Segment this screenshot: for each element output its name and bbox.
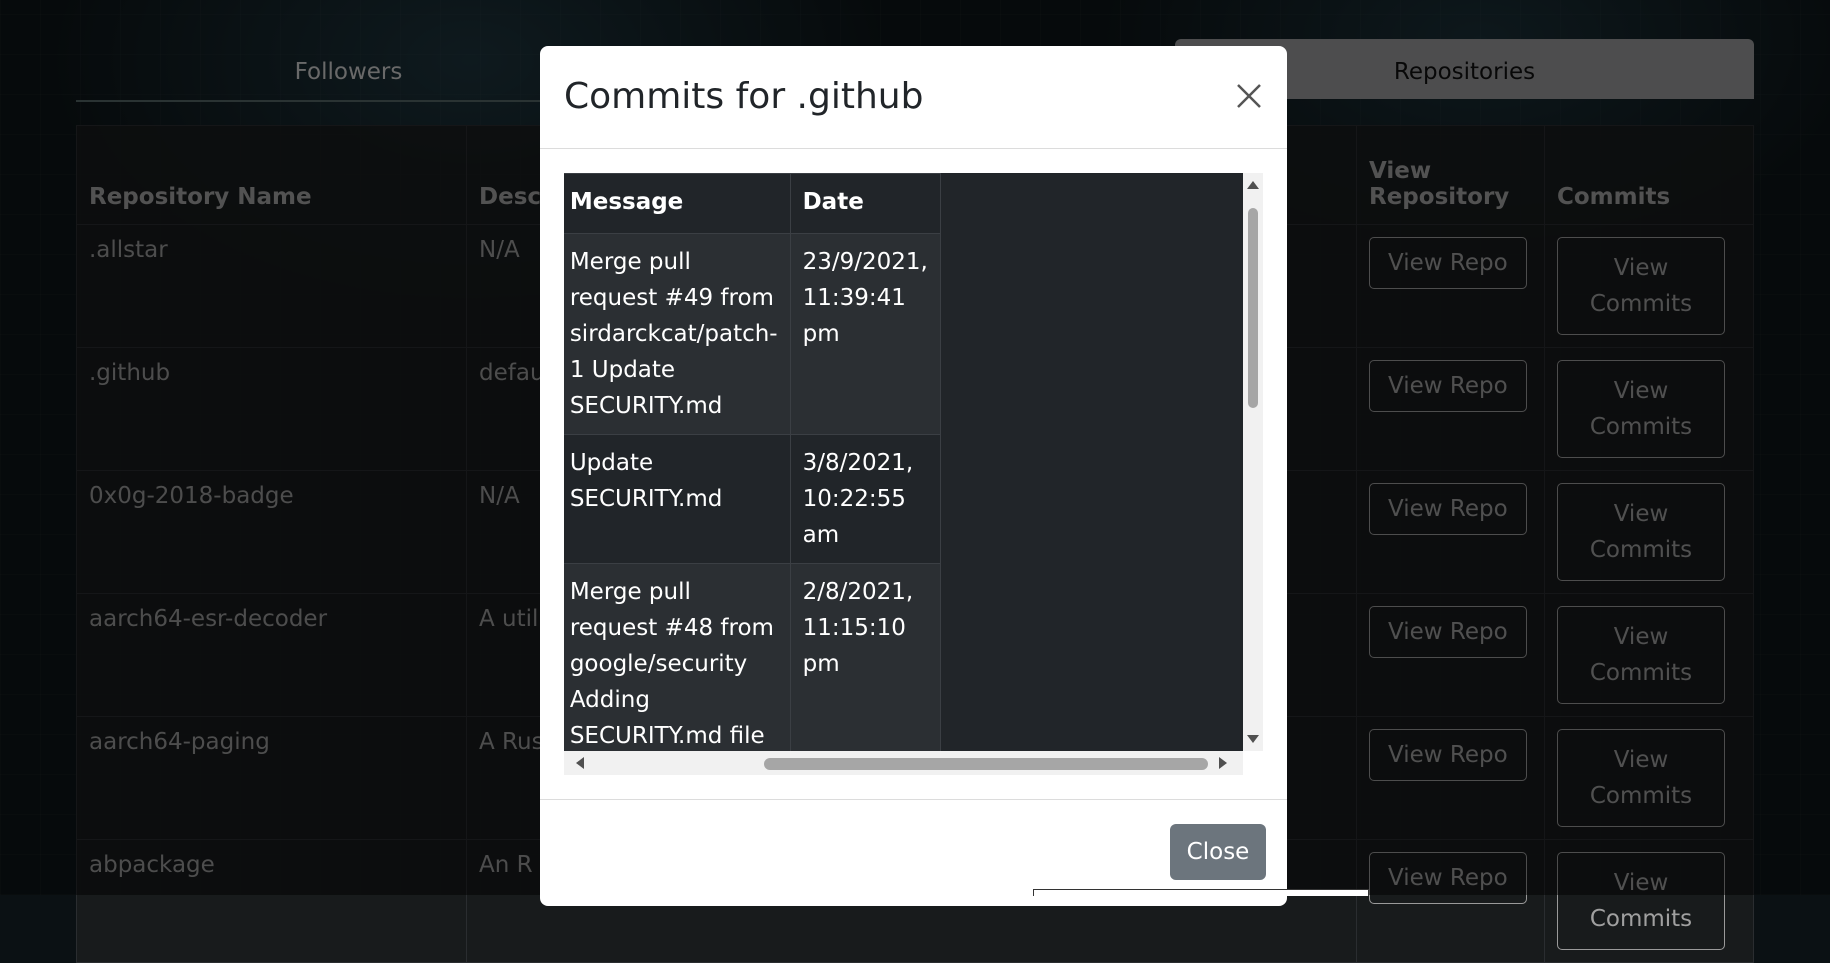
scroll-up-icon[interactable] [1247, 181, 1259, 189]
commit-message: Update SECURITY.md [564, 434, 791, 564]
commit-date: 3/8/2021, 10:22:55 am [789, 434, 941, 564]
scroll-left-icon[interactable] [576, 757, 584, 769]
header-message: Message [564, 173, 791, 234]
commit-row: 3acdaeadfae58f11622e7a Merge pull reques… [564, 233, 941, 435]
scroll-down-icon[interactable] [1247, 735, 1259, 743]
close-icon[interactable] [1229, 76, 1269, 116]
commits-header-row: Message Date [564, 173, 941, 234]
commit-message: Merge pull request #48 from google/secur… [564, 563, 791, 751]
commit-date: 2/8/2021, 11:15:10 pm [789, 563, 941, 751]
vertical-scroll-thumb[interactable] [1248, 208, 1258, 408]
horizontal-scroll-thumb[interactable] [764, 758, 1208, 770]
commits-scroll-area[interactable]: Message Date 3acdaeadfae58f11622e7a Merg… [564, 173, 1243, 751]
commit-row: 5823b65dc05bcd24764718 Update SECURITY.m… [564, 434, 941, 564]
commit-row: e743ef513d540f1e26890 Merge pull request… [564, 563, 941, 751]
horizontal-scrollbar[interactable] [564, 751, 1243, 775]
vertical-scrollbar[interactable] [1243, 173, 1263, 751]
modal-header: Commits for .github [540, 46, 1287, 149]
scroll-right-icon[interactable] [1219, 757, 1227, 769]
close-button[interactable]: Close [1170, 824, 1266, 880]
commit-date: 23/9/2021, 11:39:41 pm [789, 233, 941, 435]
commits-table: Message Date 3acdaeadfae58f11622e7a Merg… [564, 173, 941, 751]
header-date: Date [789, 173, 941, 234]
modal-body: Message Date 3acdaeadfae58f11622e7a Merg… [564, 173, 1263, 775]
commits-modal: Commits for .github Message Date 3acdaea… [540, 46, 1287, 906]
commit-message: Merge pull request #49 from sirdarckcat/… [564, 233, 791, 435]
modal-title: Commits for .github [564, 76, 924, 117]
